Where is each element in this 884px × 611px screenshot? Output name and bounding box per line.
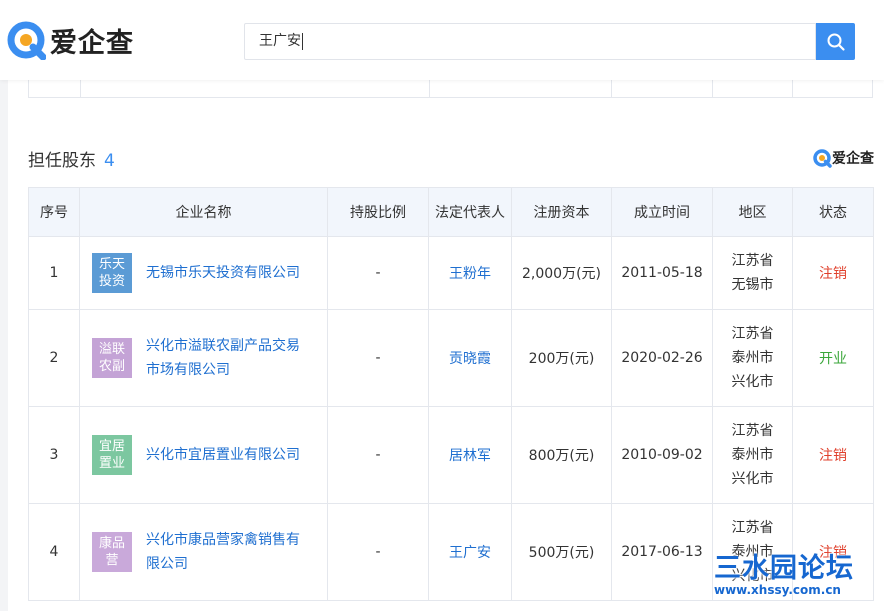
legal-rep-link[interactable]: 贡晓霞 (428, 309, 512, 407)
share-ratio: - (327, 503, 429, 601)
capital: 500万(元) (511, 503, 612, 601)
row-index: 2 (28, 309, 80, 407)
top-header: 爱企查 王广安 (0, 0, 884, 80)
brand-name: 爱企查 (50, 27, 134, 59)
col-status: 状态 (792, 187, 874, 237)
legal-rep-link[interactable]: 王广安 (428, 503, 512, 601)
company-link[interactable]: 兴化市溢联农副产品交易 市场有限公司 (146, 334, 300, 382)
share-ratio: - (327, 406, 429, 504)
row-index: 1 (28, 236, 80, 310)
company-cell: 溢联 农副 兴化市溢联农副产品交易 市场有限公司 (79, 309, 328, 407)
capital: 800万(元) (511, 406, 612, 504)
company-link[interactable]: 无锡市乐天投资有限公司 (146, 261, 300, 285)
company-logo-badge[interactable]: 宜居 置业 (92, 435, 132, 475)
share-ratio: - (327, 309, 429, 407)
founded-date: 2011-05-18 (611, 236, 713, 310)
table-header-row: 序号 企业名称 持股比例 法定代表人 注册资本 成立时间 地区 状态 (28, 187, 874, 237)
site-watermark: 三水园论坛 www.xhssy.com.cn (714, 546, 884, 611)
table-row: 1 乐天 投资 无锡市乐天投资有限公司 - 王粉年 2,000万(元) 2011-… (28, 236, 874, 310)
share-ratio: - (327, 236, 429, 310)
capital: 2,000万(元) (511, 236, 612, 310)
region: 江苏省 泰州市 兴化市 (712, 309, 793, 407)
row-index: 3 (28, 406, 80, 504)
search-button[interactable] (816, 23, 855, 60)
company-logo-badge[interactable]: 溢联 农副 (92, 338, 132, 378)
col-region: 地区 (712, 187, 793, 237)
founded-date: 2017-06-13 (611, 503, 713, 601)
capital: 200万(元) (511, 309, 612, 407)
founded-date: 2020-02-26 (611, 309, 713, 407)
company-logo-badge[interactable]: 乐天 投资 (92, 253, 132, 293)
status-badge: 开业 (792, 309, 874, 407)
company-logo-badge[interactable]: 康品营 (92, 532, 132, 572)
col-company: 企业名称 (79, 187, 328, 237)
shareholder-table: 序号 企业名称 持股比例 法定代表人 注册资本 成立时间 地区 状态 1 乐天投… (28, 187, 874, 601)
brand-watermark-small: 爱企查 (812, 148, 874, 168)
legal-rep-link[interactable]: 王粉年 (428, 236, 512, 310)
search-input[interactable]: 王广安 (244, 23, 816, 60)
col-index: 序号 (28, 187, 80, 237)
col-share-ratio: 持股比例 (327, 187, 429, 237)
company-cell: 康品营 兴化市康品营家禽销售有 限公司 (79, 503, 328, 601)
col-founded: 成立时间 (611, 187, 713, 237)
row-index: 4 (28, 503, 80, 601)
region: 江苏省 无锡市 (712, 236, 793, 310)
brand-logo-small-icon (813, 149, 832, 168)
watermark-url: www.xhssy.com.cn (714, 583, 841, 597)
search-icon (827, 33, 845, 51)
previous-table-bottom (28, 80, 873, 98)
company-link[interactable]: 兴化市宜居置业有限公司 (146, 443, 300, 467)
founded-date: 2010-09-02 (611, 406, 713, 504)
content-panel: 担任股东 4 爱企查 序号 企业名称 持股比例 法定代表人 注册资本 成立时间 地… (8, 80, 884, 611)
legal-rep-link[interactable]: 居林军 (428, 406, 512, 504)
region: 江苏省 泰州市 兴化市 (712, 406, 793, 504)
status-badge: 注销 (792, 406, 874, 504)
status-badge: 注销 (792, 236, 874, 310)
section-title: 担任股东 4 (28, 146, 115, 171)
table-row: 2 溢联 农副 兴化市溢联农副产品交易 市场有限公司 - 贡晓霞 200万(元) 2… (28, 309, 874, 407)
table-row: 3 宜居 置业 兴化市宜居置业有限公司 - 居林军 800万(元) 2010-09… (28, 406, 874, 504)
company-cell: 宜居 置业 兴化市宜居置业有限公司 (79, 406, 328, 504)
section-count: 4 (104, 151, 115, 171)
company-link[interactable]: 兴化市康品营家禽销售有 限公司 (146, 528, 300, 576)
col-legal-rep: 法定代表人 (428, 187, 512, 237)
section-title-text: 担任股东 (28, 151, 96, 171)
brand-logo[interactable]: 爱企查 (6, 20, 134, 61)
watermark-title: 三水园论坛 (714, 553, 854, 584)
brand-small-text: 爱企查 (832, 151, 874, 167)
company-cell: 乐天 投资 无锡市乐天投资有限公司 (79, 236, 328, 310)
col-capital: 注册资本 (511, 187, 612, 237)
brand-logo-icon (6, 20, 47, 61)
